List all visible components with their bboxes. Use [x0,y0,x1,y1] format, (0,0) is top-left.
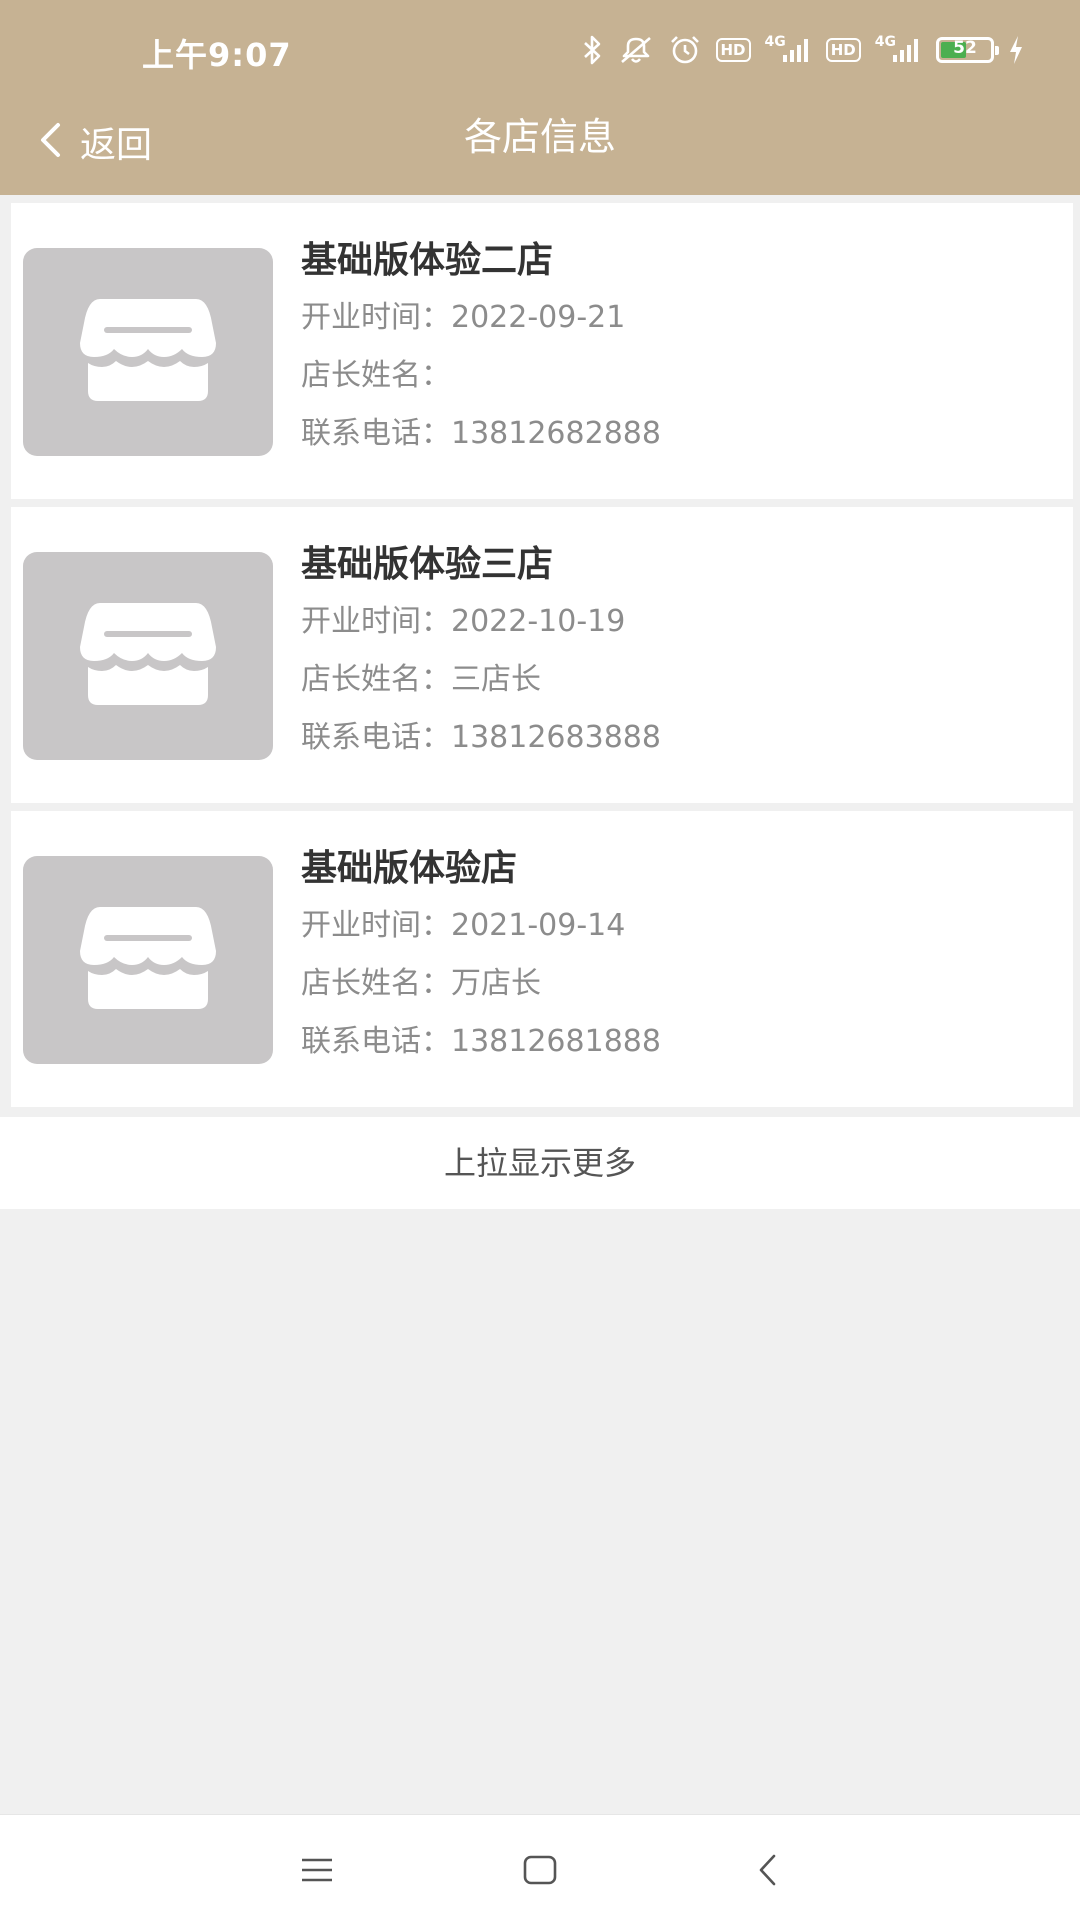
store-icon [78,601,218,711]
store-thumbnail [23,552,273,760]
store-info: 基础版体验店 开业时间：2021-09-14 店长姓名：万店长 联系电话：138… [301,841,1053,1071]
back-button[interactable]: 返回 [38,112,152,172]
signal-icon-1: 4G [764,34,812,63]
phone-value: 13812683888 [451,720,661,755]
battery-percent: 52 [953,38,977,58]
home-button[interactable] [510,1847,570,1897]
status-bar: 上午9:07 HD 4G HD 4G 52 [0,0,1080,100]
phone-row: 联系电话：13812681888 [301,1013,1053,1071]
store-name: 基础版体验二店 [301,240,554,281]
hd-badge: HD [715,38,751,62]
bluetooth-icon [582,34,604,66]
battery-icon: 52 [936,37,999,63]
open-date-value: 2021-09-14 [451,908,626,943]
open-date-label: 开业时间： [301,908,451,943]
network-label: 4G [874,34,896,50]
chevron-left-icon [38,121,62,163]
square-icon [523,1855,557,1889]
manager-label: 店长姓名： [301,662,451,697]
phone-label: 联系电话： [301,720,451,755]
store-list: 基础版体验二店 开业时间：2022-09-21 店长姓名： 联系电话：13812… [0,195,1080,1107]
manager-value: 三店长 [451,662,541,697]
phone-value: 13812681888 [451,1024,661,1059]
manager-row: 店长姓名：三店长 [301,651,1053,709]
store-name: 基础版体验店 [301,848,518,889]
signal-icon-2: 4G [874,34,922,63]
status-icons: HD 4G HD 4G 52 [582,30,1025,70]
charging-icon [1008,35,1024,65]
phone-label: 联系电话： [301,416,451,451]
store-icon [78,905,218,1015]
manager-row: 店长姓名：万店长 [301,955,1053,1013]
store-thumbnail [23,248,273,456]
phone-row: 联系电话：13812682888 [301,405,1053,463]
hd-badge: HD [825,38,861,62]
network-label: 4G [764,34,786,50]
phone-value: 13812682888 [451,416,661,451]
manager-value: 万店长 [451,966,541,1001]
back-label: 返回 [80,125,153,166]
phone-label: 联系电话： [301,1024,451,1059]
load-more-hint: 上拉显示更多 [0,1117,1080,1209]
alarm-icon [668,34,702,66]
open-date-value: 2022-09-21 [451,300,626,335]
chevron-left-icon [756,1853,778,1891]
store-info: 基础版体验二店 开业时间：2022-09-21 店长姓名： 联系电话：13812… [301,233,1053,463]
status-time: 上午9:07 [142,36,292,74]
store-thumbnail [23,856,273,1064]
manager-label: 店长姓名： [301,358,451,393]
system-back-button[interactable] [737,1847,797,1897]
open-date-label: 开业时间： [301,300,451,335]
store-name: 基础版体验三店 [301,544,554,585]
store-icon [78,297,218,407]
open-date-value: 2022-10-19 [451,604,626,639]
page-title: 各店信息 [463,115,616,159]
open-date-row: 开业时间：2022-09-21 [301,289,1053,347]
mute-icon [618,34,654,66]
manager-row: 店长姓名： [301,347,1053,405]
phone-row: 联系电话：13812683888 [301,709,1053,767]
store-card[interactable]: 基础版体验三店 开业时间：2022-10-19 店长姓名：三店长 联系电话：13… [11,507,1073,803]
manager-label: 店长姓名： [301,966,451,1001]
recent-apps-button[interactable] [287,1847,347,1897]
nav-bar: 返回 各店信息 [0,100,1080,195]
open-date-row: 开业时间：2021-09-14 [301,897,1053,955]
menu-icon [300,1857,334,1887]
store-card[interactable]: 基础版体验二店 开业时间：2022-09-21 店长姓名： 联系电话：13812… [11,203,1073,499]
open-date-row: 开业时间：2022-10-19 [301,593,1053,651]
store-info: 基础版体验三店 开业时间：2022-10-19 店长姓名：三店长 联系电话：13… [301,537,1053,767]
store-card[interactable]: 基础版体验店 开业时间：2021-09-14 店长姓名：万店长 联系电话：138… [11,811,1073,1107]
open-date-label: 开业时间： [301,604,451,639]
system-nav-bar [0,1814,1080,1920]
app-header: 上午9:07 HD 4G HD 4G 52 返回 各店信息 [0,0,1080,195]
